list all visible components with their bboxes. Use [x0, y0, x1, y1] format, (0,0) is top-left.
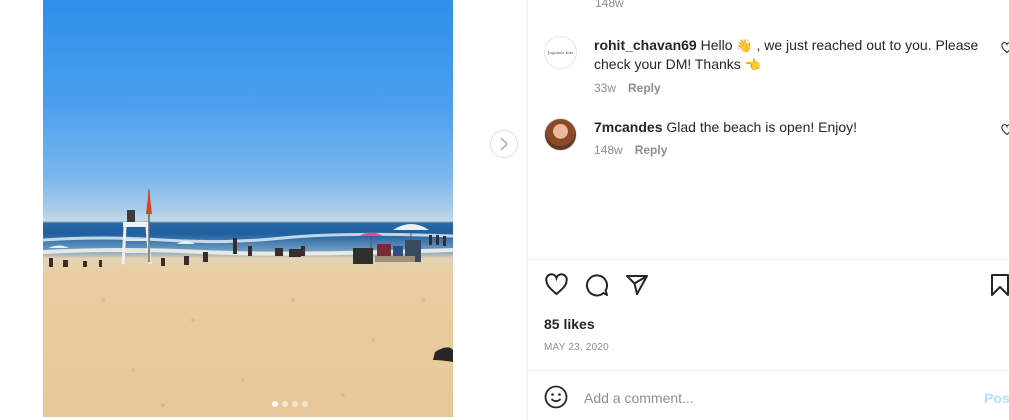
divider — [528, 259, 1009, 260]
bookmark-icon[interactable] — [990, 273, 1009, 297]
comment-text-part: Hello — [700, 37, 733, 53]
comments-panel: 148w Jugaado Kits rohit_chavan69 Hello 👋… — [527, 0, 1009, 420]
comment-text: rohit_chavan69 Hello 👋 , we just reached… — [594, 36, 984, 74]
smile-icon[interactable] — [544, 385, 568, 409]
carousel-dot[interactable] — [282, 401, 288, 407]
divider — [528, 370, 1009, 371]
carousel-dot[interactable] — [292, 401, 298, 407]
like-comment-heart-icon[interactable] — [1001, 124, 1009, 136]
comment-item: Jugaado Kits rohit_chavan69 Hello 👋 , we… — [544, 36, 1009, 95]
pointing-hand-emoji: 👈 — [744, 57, 761, 72]
chevron-right-icon — [500, 137, 509, 151]
add-comment-input[interactable] — [584, 388, 964, 408]
comment-meta: 33w Reply — [594, 81, 984, 95]
comment-username[interactable]: 7mcandes — [594, 119, 662, 135]
post-comment-button[interactable]: Post — [984, 390, 1009, 406]
carousel-dot[interactable] — [302, 401, 308, 407]
reply-button[interactable]: Reply — [628, 81, 661, 95]
likes-count[interactable]: 85 likes — [544, 316, 595, 332]
comment-time: 33w — [594, 81, 617, 95]
paper-plane-icon[interactable] — [625, 273, 649, 297]
reply-button[interactable]: Reply — [635, 143, 668, 157]
heart-icon[interactable] — [544, 273, 569, 297]
comment-meta: 148w Reply — [594, 143, 984, 157]
waving-hand-emoji: 👋 — [736, 38, 753, 53]
carousel-dots — [272, 401, 308, 407]
post-date: MAY 23, 2020 — [544, 342, 609, 353]
next-photo-button[interactable] — [490, 130, 518, 158]
avatar-logo-text: Jugaado Kits — [547, 50, 574, 55]
comment-bubble-icon[interactable] — [585, 273, 609, 297]
beach-scene-image — [43, 188, 453, 407]
comment-username[interactable]: rohit_chavan69 — [594, 37, 697, 53]
comment-text-part: Glad the beach is open! Enjoy! — [666, 119, 858, 135]
post-photo[interactable] — [43, 0, 453, 417]
add-comment-row: Post — [528, 380, 1009, 416]
comment-text: 7mcandes Glad the beach is open! Enjoy! — [594, 118, 984, 136]
post-actions — [544, 273, 1009, 299]
comment-time: 148w — [594, 143, 623, 157]
like-comment-heart-icon[interactable] — [1001, 42, 1009, 54]
comment-item: 7mcandes Glad the beach is open! Enjoy! … — [544, 118, 1009, 157]
avatar[interactable] — [544, 118, 577, 151]
avatar[interactable]: Jugaado Kits — [544, 36, 577, 69]
carousel-dot[interactable] — [272, 401, 278, 407]
previous-comment-time: 148w — [595, 0, 624, 10]
